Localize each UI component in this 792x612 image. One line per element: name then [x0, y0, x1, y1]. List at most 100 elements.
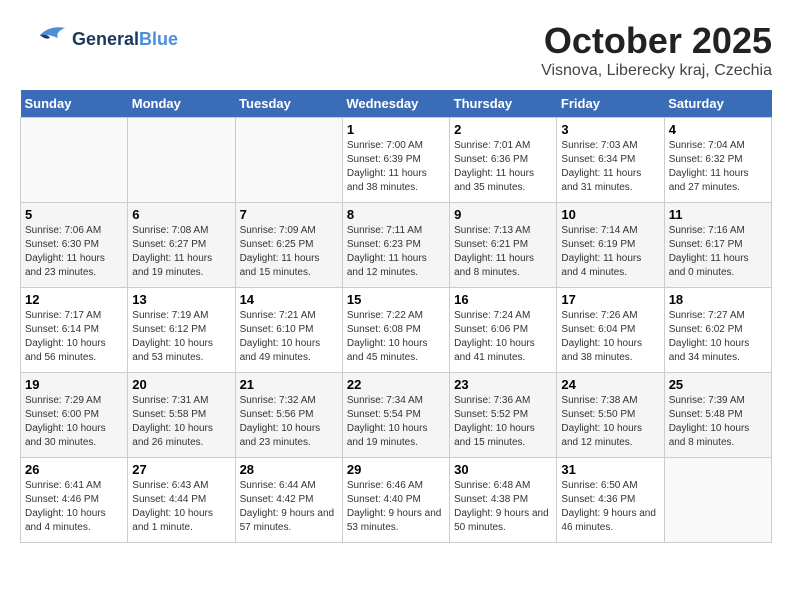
day-number: 1	[347, 122, 445, 137]
day-number: 2	[454, 122, 552, 137]
day-info: Sunrise: 7:03 AM Sunset: 6:34 PM Dayligh…	[561, 139, 659, 195]
day-info: Sunrise: 6:43 AM Sunset: 4:44 PM Dayligh…	[132, 479, 230, 535]
header-cell-wednesday: Wednesday	[342, 90, 449, 118]
calendar-cell	[664, 458, 771, 543]
day-number: 15	[347, 292, 445, 307]
day-info: Sunrise: 7:08 AM Sunset: 6:27 PM Dayligh…	[132, 224, 230, 280]
calendar-cell: 22Sunrise: 7:34 AM Sunset: 5:54 PM Dayli…	[342, 373, 449, 458]
day-number: 18	[669, 292, 767, 307]
day-info: Sunrise: 7:38 AM Sunset: 5:50 PM Dayligh…	[561, 394, 659, 450]
day-info: Sunrise: 7:09 AM Sunset: 6:25 PM Dayligh…	[240, 224, 338, 280]
day-number: 11	[669, 207, 767, 222]
day-info: Sunrise: 7:19 AM Sunset: 6:12 PM Dayligh…	[132, 309, 230, 365]
day-number: 20	[132, 377, 230, 392]
day-number: 4	[669, 122, 767, 137]
day-number: 7	[240, 207, 338, 222]
calendar-cell: 14Sunrise: 7:21 AM Sunset: 6:10 PM Dayli…	[235, 288, 342, 373]
day-number: 26	[25, 462, 123, 477]
day-number: 31	[561, 462, 659, 477]
day-info: Sunrise: 6:50 AM Sunset: 4:36 PM Dayligh…	[561, 479, 659, 535]
day-info: Sunrise: 7:16 AM Sunset: 6:17 PM Dayligh…	[669, 224, 767, 280]
calendar-cell: 6Sunrise: 7:08 AM Sunset: 6:27 PM Daylig…	[128, 203, 235, 288]
day-number: 8	[347, 207, 445, 222]
day-info: Sunrise: 7:04 AM Sunset: 6:32 PM Dayligh…	[669, 139, 767, 195]
week-row-4: 19Sunrise: 7:29 AM Sunset: 6:00 PM Dayli…	[21, 373, 772, 458]
calendar-cell	[21, 118, 128, 203]
calendar-cell: 1 Sunrise: 7:00 AM Sunset: 6:39 PM Daylig…	[342, 118, 449, 203]
calendar-cell	[235, 118, 342, 203]
calendar-cell: 19Sunrise: 7:29 AM Sunset: 6:00 PM Dayli…	[21, 373, 128, 458]
title-area: October 2025 Visnova, Liberecky kraj, Cz…	[541, 20, 772, 80]
day-number: 9	[454, 207, 552, 222]
day-info: Sunrise: 6:44 AM Sunset: 4:42 PM Dayligh…	[240, 479, 338, 535]
day-info: Sunrise: 7:27 AM Sunset: 6:02 PM Dayligh…	[669, 309, 767, 365]
day-info: Sunrise: 7:24 AM Sunset: 6:06 PM Dayligh…	[454, 309, 552, 365]
logo-bird-icon	[20, 20, 70, 60]
calendar-cell: 26 Sunrise: 6:41 AM Sunset: 4:46 PM Dayli…	[21, 458, 128, 543]
calendar-cell: 16 Sunrise: 7:24 AM Sunset: 6:06 PM Dayli…	[450, 288, 557, 373]
day-number: 21	[240, 377, 338, 392]
week-row-1: 1 Sunrise: 7:00 AM Sunset: 6:39 PM Daylig…	[21, 118, 772, 203]
calendar-cell: 30 Sunrise: 6:48 AM Sunset: 4:38 PM Dayli…	[450, 458, 557, 543]
day-info: Sunrise: 7:13 AM Sunset: 6:21 PM Dayligh…	[454, 224, 552, 280]
month-title: October 2025	[541, 20, 772, 62]
day-info: Sunrise: 7:01 AM Sunset: 6:36 PM Dayligh…	[454, 139, 552, 195]
calendar-cell: 20 Sunrise: 7:31 AM Sunset: 5:58 PM Dayli…	[128, 373, 235, 458]
calendar-cell: 5Sunrise: 7:06 AM Sunset: 6:30 PM Daylig…	[21, 203, 128, 288]
day-number: 16	[454, 292, 552, 307]
day-number: 30	[454, 462, 552, 477]
day-info: Sunrise: 7:06 AM Sunset: 6:30 PM Dayligh…	[25, 224, 123, 280]
calendar-cell: 11 Sunrise: 7:16 AM Sunset: 6:17 PM Dayli…	[664, 203, 771, 288]
calendar-cell: 12 Sunrise: 7:17 AM Sunset: 6:14 PM Dayli…	[21, 288, 128, 373]
header-cell-sunday: Sunday	[21, 90, 128, 118]
calendar-cell: 31 Sunrise: 6:50 AM Sunset: 4:36 PM Dayli…	[557, 458, 664, 543]
calendar-cell: 4 Sunrise: 7:04 AM Sunset: 6:32 PM Daylig…	[664, 118, 771, 203]
header-cell-friday: Friday	[557, 90, 664, 118]
calendar-cell: 8Sunrise: 7:11 AM Sunset: 6:23 PM Daylig…	[342, 203, 449, 288]
day-info: Sunrise: 6:48 AM Sunset: 4:38 PM Dayligh…	[454, 479, 552, 535]
calendar-cell: 21Sunrise: 7:32 AM Sunset: 5:56 PM Dayli…	[235, 373, 342, 458]
logo-general: General	[72, 29, 139, 49]
day-info: Sunrise: 7:14 AM Sunset: 6:19 PM Dayligh…	[561, 224, 659, 280]
day-number: 29	[347, 462, 445, 477]
calendar-cell: 25 Sunrise: 7:39 AM Sunset: 5:48 PM Dayli…	[664, 373, 771, 458]
day-info: Sunrise: 7:17 AM Sunset: 6:14 PM Dayligh…	[25, 309, 123, 365]
calendar-cell: 27Sunrise: 6:43 AM Sunset: 4:44 PM Dayli…	[128, 458, 235, 543]
day-number: 17	[561, 292, 659, 307]
day-info: Sunrise: 7:22 AM Sunset: 6:08 PM Dayligh…	[347, 309, 445, 365]
day-info: Sunrise: 7:26 AM Sunset: 6:04 PM Dayligh…	[561, 309, 659, 365]
week-row-2: 5Sunrise: 7:06 AM Sunset: 6:30 PM Daylig…	[21, 203, 772, 288]
calendar-cell: 28 Sunrise: 6:44 AM Sunset: 4:42 PM Dayli…	[235, 458, 342, 543]
logo: GeneralBlue	[20, 20, 178, 60]
header-cell-tuesday: Tuesday	[235, 90, 342, 118]
location: Visnova, Liberecky kraj, Czechia	[541, 62, 772, 80]
week-row-3: 12 Sunrise: 7:17 AM Sunset: 6:14 PM Dayli…	[21, 288, 772, 373]
calendar-table: SundayMondayTuesdayWednesdayThursdayFrid…	[20, 90, 772, 543]
header-cell-saturday: Saturday	[664, 90, 771, 118]
day-number: 3	[561, 122, 659, 137]
day-number: 25	[669, 377, 767, 392]
header-cell-thursday: Thursday	[450, 90, 557, 118]
day-number: 12	[25, 292, 123, 307]
calendar-cell: 29Sunrise: 6:46 AM Sunset: 4:40 PM Dayli…	[342, 458, 449, 543]
calendar-cell: 13Sunrise: 7:19 AM Sunset: 6:12 PM Dayli…	[128, 288, 235, 373]
header-cell-monday: Monday	[128, 90, 235, 118]
calendar-cell: 7 Sunrise: 7:09 AM Sunset: 6:25 PM Daylig…	[235, 203, 342, 288]
calendar-header: SundayMondayTuesdayWednesdayThursdayFrid…	[21, 90, 772, 118]
day-number: 28	[240, 462, 338, 477]
calendar-cell	[128, 118, 235, 203]
day-info: Sunrise: 7:36 AM Sunset: 5:52 PM Dayligh…	[454, 394, 552, 450]
calendar-cell: 2 Sunrise: 7:01 AM Sunset: 6:36 PM Daylig…	[450, 118, 557, 203]
logo-blue: Blue	[139, 29, 178, 49]
calendar-cell: 24Sunrise: 7:38 AM Sunset: 5:50 PM Dayli…	[557, 373, 664, 458]
day-info: Sunrise: 7:00 AM Sunset: 6:39 PM Dayligh…	[347, 139, 445, 195]
day-number: 19	[25, 377, 123, 392]
calendar-cell: 15 Sunrise: 7:22 AM Sunset: 6:08 PM Dayli…	[342, 288, 449, 373]
calendar-cell: 17 Sunrise: 7:26 AM Sunset: 6:04 PM Dayli…	[557, 288, 664, 373]
calendar-cell: 23Sunrise: 7:36 AM Sunset: 5:52 PM Dayli…	[450, 373, 557, 458]
day-info: Sunrise: 7:31 AM Sunset: 5:58 PM Dayligh…	[132, 394, 230, 450]
week-row-5: 26 Sunrise: 6:41 AM Sunset: 4:46 PM Dayli…	[21, 458, 772, 543]
day-info: Sunrise: 6:41 AM Sunset: 4:46 PM Dayligh…	[25, 479, 123, 535]
day-info: Sunrise: 7:39 AM Sunset: 5:48 PM Dayligh…	[669, 394, 767, 450]
day-number: 10	[561, 207, 659, 222]
